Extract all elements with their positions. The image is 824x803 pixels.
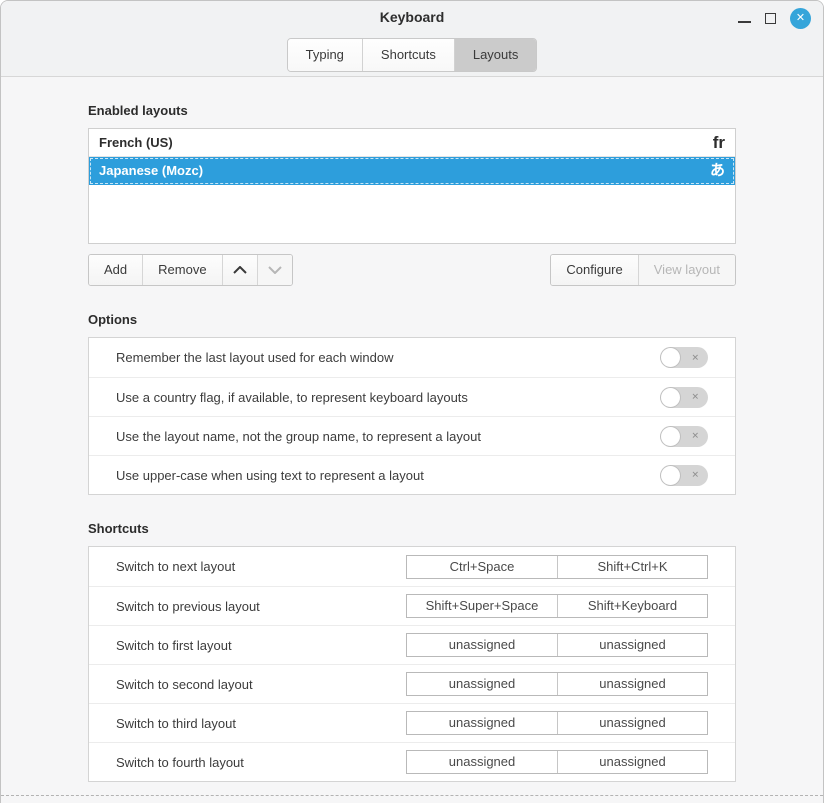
shortcut-label: Switch to third layout [116,716,406,731]
shortcut-label: Switch to next layout [116,559,406,574]
add-button[interactable]: Add [89,255,142,285]
toggle-knob [661,388,680,407]
maximize-icon[interactable] [765,13,776,24]
view-layout-button[interactable]: View layout [638,255,735,285]
option-row-upper-case: Use upper-case when using text to repres… [89,455,735,494]
tab-typing[interactable]: Typing [288,39,362,71]
options-panel: Remember the last layout used for each w… [88,337,736,495]
keyboard-settings-window: Keyboard ✕ Typing Shortcuts Layouts Enab… [0,0,824,803]
toggle-upper-case[interactable]: ✕ [660,465,708,486]
option-label: Remember the last layout used for each w… [116,350,660,365]
layout-indicator-fr: fr [713,134,725,151]
shortcut-label: Switch to fourth layout [116,755,406,770]
keybinding-button-2[interactable]: unassigned [557,751,707,773]
list-item-japanese[interactable]: Japanese (Mozc) あ [89,157,735,185]
keybinding-group: Ctrl+Space Shift+Ctrl+K [406,555,708,579]
shortcut-row-third-layout: Switch to third layout unassigned unassi… [89,703,735,742]
window-resize-edge[interactable] [1,795,823,796]
enabled-layouts-heading: Enabled layouts [88,103,736,118]
option-label: Use upper-case when using text to repres… [116,468,660,483]
keybinding-button-1[interactable]: Ctrl+Space [407,556,557,578]
shortcut-label: Switch to first layout [116,638,406,653]
tab-group: Typing Shortcuts Layouts [287,38,538,72]
shortcut-label: Switch to second layout [116,677,406,692]
tab-bar: Typing Shortcuts Layouts [1,34,823,72]
shortcut-row-first-layout: Switch to first layout unassigned unassi… [89,625,735,664]
shortcut-row-fourth-layout: Switch to fourth layout unassigned unass… [89,742,735,781]
configure-button[interactable]: Configure [551,255,637,285]
keybinding-button-2[interactable]: unassigned [557,673,707,695]
keybinding-group: Shift+Super+Space Shift+Keyboard [406,594,708,618]
toggle-layout-name[interactable]: ✕ [660,426,708,447]
keybinding-group: unassigned unassigned [406,672,708,696]
shortcut-row-previous-layout: Switch to previous layout Shift+Super+Sp… [89,586,735,625]
toggle-knob [661,466,680,485]
window-title: Keyboard [1,9,823,25]
move-up-button[interactable] [222,255,257,285]
option-row-country-flag: Use a country flag, if available, to rep… [89,377,735,416]
toggle-knob [661,348,680,367]
toggle-off-icon: ✕ [691,471,699,480]
shortcut-row-second-layout: Switch to second layout unassigned unass… [89,664,735,703]
layout-indicator-ja: あ [710,163,725,178]
layout-tools-group: Configure View layout [550,254,736,286]
option-label: Use the layout name, not the group name,… [116,429,660,444]
shortcuts-panel: Switch to next layout Ctrl+Space Shift+C… [88,546,736,782]
enabled-layouts-list: French (US) fr Japanese (Mozc) あ [88,128,736,244]
layout-actions-row: Add Remove Configure View layout [88,254,736,286]
chevron-down-icon [268,266,282,274]
tab-shortcuts[interactable]: Shortcuts [362,39,454,71]
keybinding-button-1[interactable]: unassigned [407,712,557,734]
layout-name: French (US) [99,135,173,150]
list-item-french[interactable]: French (US) fr [89,129,735,157]
close-icon[interactable]: ✕ [790,8,811,29]
titlebar[interactable]: Keyboard ✕ [1,1,823,34]
shortcuts-heading: Shortcuts [88,521,736,536]
keybinding-group: unassigned unassigned [406,750,708,774]
option-row-layout-name: Use the layout name, not the group name,… [89,416,735,455]
keybinding-button-2[interactable]: Shift+Keyboard [557,595,707,617]
toggle-off-icon: ✕ [691,393,699,402]
keybinding-button-1[interactable]: unassigned [407,634,557,656]
keybinding-button-1[interactable]: Shift+Super+Space [407,595,557,617]
toggle-country-flag[interactable]: ✕ [660,387,708,408]
option-label: Use a country flag, if available, to rep… [116,390,660,405]
toggle-remember-layout[interactable]: ✕ [660,347,708,368]
keybinding-button-2[interactable]: Shift+Ctrl+K [557,556,707,578]
keybinding-button-2[interactable]: unassigned [557,634,707,656]
chevron-up-icon [233,266,247,274]
shortcut-label: Switch to previous layout [116,599,406,614]
toggle-off-icon: ✕ [691,353,699,362]
keybinding-group: unassigned unassigned [406,711,708,735]
keybinding-button-1[interactable]: unassigned [407,751,557,773]
shortcut-row-next-layout: Switch to next layout Ctrl+Space Shift+C… [89,547,735,586]
layouts-tab-content: Enabled layouts French (US) fr Japanese … [1,103,823,782]
options-heading: Options [88,312,736,327]
keybinding-group: unassigned unassigned [406,633,708,657]
minimize-icon[interactable] [738,21,751,23]
move-down-button[interactable] [257,255,292,285]
layout-name: Japanese (Mozc) [99,163,203,178]
remove-button[interactable]: Remove [142,255,221,285]
list-edit-group: Add Remove [88,254,293,286]
tab-layouts[interactable]: Layouts [454,39,537,71]
keybinding-button-2[interactable]: unassigned [557,712,707,734]
option-row-remember-layout: Remember the last layout used for each w… [89,338,735,377]
toggle-knob [661,427,680,446]
window-controls: ✕ [738,7,811,29]
toggle-off-icon: ✕ [691,432,699,441]
window-header: Keyboard ✕ Typing Shortcuts Layouts [1,1,823,77]
keybinding-button-1[interactable]: unassigned [407,673,557,695]
